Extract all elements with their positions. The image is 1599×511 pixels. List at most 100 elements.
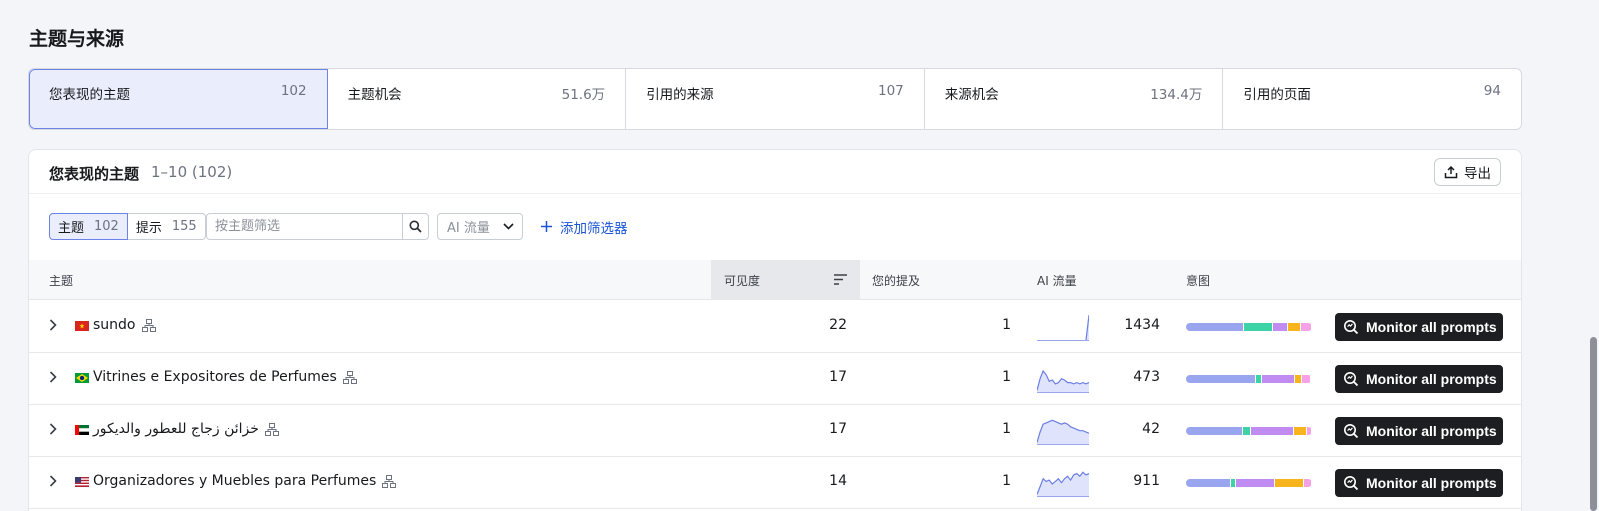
intent-segment xyxy=(1301,323,1311,331)
intent-segment xyxy=(1293,427,1307,435)
ai-traffic-value: 911 xyxy=(1133,473,1160,489)
expand-chevron-icon[interactable] xyxy=(49,423,57,435)
topic-name: Organizadores y Muebles para Perfumes xyxy=(93,473,377,489)
topic-name: Vitrines e Expositores de Perfumes xyxy=(93,369,337,385)
mentions-value: 1 xyxy=(1002,473,1011,489)
table-row[interactable]: خزائن زجاج للعطور والديكور 17 1 42 Monitor a… xyxy=(29,405,1521,457)
scrollbar-thumb[interactable] xyxy=(1590,337,1597,511)
topic-name: خزائن زجاج للعطور والديكور xyxy=(93,421,259,437)
visibility-value: 17 xyxy=(829,369,847,385)
tab-count: 102 xyxy=(280,83,307,99)
tab-source-opportunities[interactable]: 来源机会 134.4万 xyxy=(925,69,1224,129)
intent-segment xyxy=(1231,479,1236,487)
add-filter-button[interactable]: 添加筛选器 xyxy=(541,213,628,240)
hierarchy-icon[interactable] xyxy=(382,474,397,488)
toggle-label: 主题 xyxy=(58,221,85,236)
toggle-count: 155 xyxy=(171,219,197,234)
intent-bar xyxy=(1186,427,1312,435)
toggle-prompts[interactable]: 提示 155 xyxy=(127,213,206,240)
intent-segment xyxy=(1244,323,1272,331)
hierarchy-icon[interactable] xyxy=(264,422,279,436)
monitor-all-prompts-button[interactable]: Monitor all prompts xyxy=(1335,469,1503,497)
intent-segment xyxy=(1294,375,1302,383)
tab-cited-sources[interactable]: 引用的来源 107 xyxy=(626,69,925,129)
topic-name-cell[interactable]: sundo xyxy=(93,317,156,333)
intent-segment xyxy=(1250,427,1293,435)
column-mentions[interactable]: 您的提及 xyxy=(872,260,920,300)
intent-segment xyxy=(1302,375,1310,383)
card-header: 您表现的主题 1–10 (102) 导出 xyxy=(29,150,1521,194)
tab-label: 引用的页面 xyxy=(1243,87,1311,103)
expand-chevron-icon[interactable] xyxy=(49,371,57,383)
column-visibility[interactable]: 可见度 xyxy=(711,260,860,300)
add-filter-label: 添加筛选器 xyxy=(560,220,628,237)
column-ai-traffic[interactable]: AI 流量 xyxy=(1037,260,1077,300)
column-intent[interactable]: 意图 xyxy=(1186,260,1210,300)
export-icon xyxy=(1444,165,1458,179)
intent-segment xyxy=(1186,479,1231,487)
card-title: 您表现的主题 xyxy=(49,165,140,183)
table-row[interactable]: Organizadores y Muebles para Perfumes 14 1… xyxy=(29,457,1521,509)
search-input[interactable] xyxy=(207,214,402,239)
usa-flag-icon xyxy=(75,477,89,487)
export-label: 导出 xyxy=(1464,166,1491,181)
mentions-value: 1 xyxy=(1002,317,1011,333)
tab-your-topics[interactable]: 您表现的主题 102 xyxy=(29,69,328,129)
toggle-topics[interactable]: 主题 102 xyxy=(49,213,128,240)
topic-prompt-toggle: 主题 102 提示 155 xyxy=(49,213,206,240)
monitor-search-icon xyxy=(1344,476,1359,491)
tab-topic-opportunities[interactable]: 主题机会 51.6万 xyxy=(328,69,627,129)
topic-name-cell[interactable]: Vitrines e Expositores de Perfumes xyxy=(93,369,357,385)
sort-icon xyxy=(834,274,847,285)
tab-count: 134.4万 xyxy=(1150,87,1203,103)
brazil-flag-icon xyxy=(75,373,89,383)
ai-traffic-value: 473 xyxy=(1133,369,1160,385)
intent-bar xyxy=(1186,323,1312,331)
scrollbar[interactable] xyxy=(1587,0,1599,511)
monitor-label: Monitor all prompts xyxy=(1366,423,1497,439)
table-header: 主题 可见度 您的提及 AI 流量 意图 xyxy=(29,260,1521,300)
traffic-sparkline xyxy=(1037,471,1089,497)
tab-cited-pages[interactable]: 引用的页面 94 xyxy=(1223,69,1521,129)
expand-chevron-icon[interactable] xyxy=(49,319,57,331)
intent-segment xyxy=(1262,375,1294,383)
hierarchy-icon[interactable] xyxy=(141,318,156,332)
intent-segment xyxy=(1236,479,1275,487)
page-title: 主题与来源 xyxy=(29,28,125,50)
topics-card: 您表现的主题 1–10 (102) 导出 主题 102 提示 155 按主题筛选… xyxy=(28,149,1522,511)
search-button[interactable] xyxy=(402,214,428,239)
monitor-all-prompts-button[interactable]: Monitor all prompts xyxy=(1335,417,1503,445)
traffic-sparkline xyxy=(1037,369,1089,393)
topic-name-cell[interactable]: خزائن زجاج للعطور والديكور xyxy=(93,421,279,437)
table-row[interactable]: Vitrines e Expositores de Perfumes 17 1 473… xyxy=(29,353,1521,405)
intent-segment xyxy=(1242,427,1250,435)
expand-chevron-icon[interactable] xyxy=(49,475,57,487)
intent-segment xyxy=(1256,375,1262,383)
tab-count: 51.6万 xyxy=(561,87,606,103)
table-row[interactable]: sundo 22 1 1434 Monitor all prompts xyxy=(29,301,1521,353)
monitor-all-prompts-button[interactable]: Monitor all prompts xyxy=(1335,365,1503,393)
mentions-value: 1 xyxy=(1002,421,1011,437)
ai-traffic-value: 1434 xyxy=(1124,317,1160,333)
visibility-value: 22 xyxy=(829,317,847,333)
topic-source-tabs: 您表现的主题 102 主题机会 51.6万 引用的来源 107 来源机会 134… xyxy=(28,68,1522,130)
traffic-sparkline xyxy=(1037,314,1089,341)
column-topic[interactable]: 主题 xyxy=(49,260,73,300)
intent-segment xyxy=(1186,375,1256,383)
tab-label: 您表现的主题 xyxy=(49,87,130,103)
visibility-value: 14 xyxy=(829,473,847,489)
monitor-all-prompts-button[interactable]: Monitor all prompts xyxy=(1335,313,1503,341)
topic-search xyxy=(206,213,429,240)
monitor-label: Monitor all prompts xyxy=(1366,475,1497,491)
intent-segment xyxy=(1287,323,1301,331)
hierarchy-icon[interactable] xyxy=(342,370,357,384)
column-label: 可见度 xyxy=(724,273,761,288)
intent-segment xyxy=(1275,479,1303,487)
search-icon xyxy=(409,220,422,233)
ai-traffic-value: 42 xyxy=(1142,421,1160,437)
export-button[interactable]: 导出 xyxy=(1434,158,1501,186)
topic-name-cell[interactable]: Organizadores y Muebles para Perfumes xyxy=(93,473,397,489)
ai-traffic-dropdown[interactable]: AI 流量 xyxy=(437,213,523,240)
tab-label: 引用的来源 xyxy=(646,87,714,103)
monitor-label: Monitor all prompts xyxy=(1366,319,1497,335)
